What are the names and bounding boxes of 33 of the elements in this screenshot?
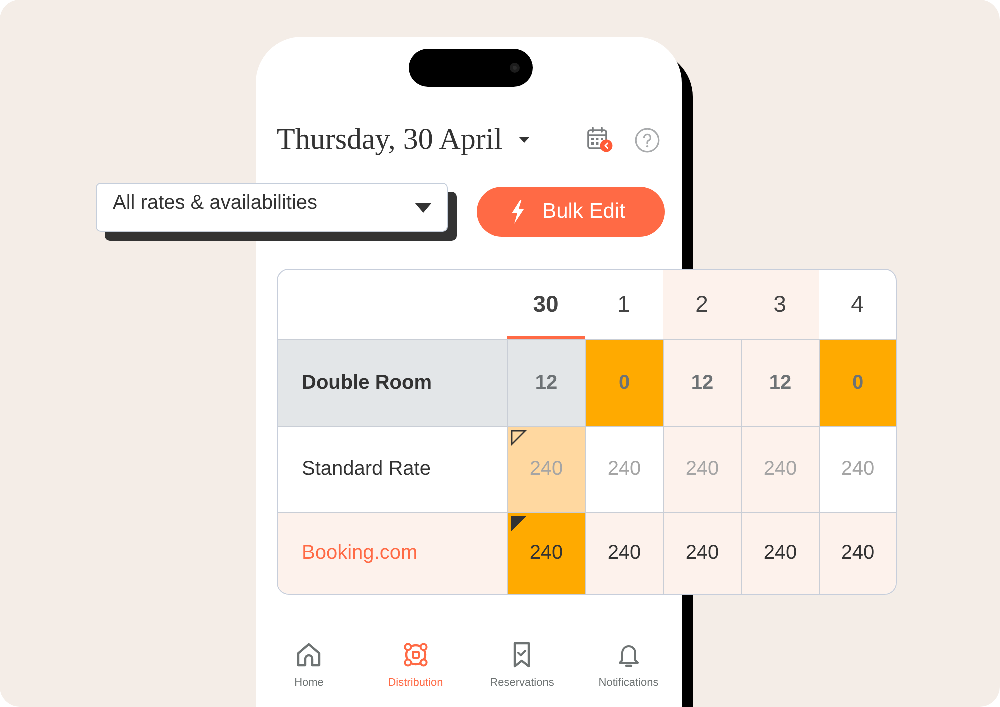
calendar-icon[interactable] xyxy=(587,127,613,153)
cell-value: 240 xyxy=(530,542,564,565)
cell-value: 12 xyxy=(769,372,792,394)
cell-value: 240 xyxy=(608,458,642,481)
cell-value: 240 xyxy=(686,458,720,481)
nav-tab[interactable]: Reservations xyxy=(490,630,554,690)
row-header: Double Room xyxy=(278,340,507,426)
cell-value: 240 xyxy=(841,458,875,481)
bulk-edit-button[interactable]: Bulk Edit xyxy=(477,187,665,237)
nav-tab[interactable]: Distribution xyxy=(388,630,444,690)
cell-value: 240 xyxy=(686,542,720,565)
cell-value: 0 xyxy=(852,372,864,394)
help-icon[interactable] xyxy=(635,128,660,152)
network-icon xyxy=(402,641,430,669)
column-header: 30 xyxy=(507,270,585,340)
cell-value: 240 xyxy=(530,458,564,481)
cell-value: 240 xyxy=(764,542,798,565)
cell-value: 240 xyxy=(608,542,642,565)
caret-icon xyxy=(518,137,530,143)
cell-value: 240 xyxy=(841,542,875,565)
row-header: Booking.com xyxy=(278,512,507,594)
column-header: 2 xyxy=(663,270,741,340)
caret-icon xyxy=(415,203,432,213)
lightning-icon xyxy=(510,200,525,224)
cell-value: 240 xyxy=(764,458,798,481)
cell-value: 12 xyxy=(535,372,558,394)
cell-value: 0 xyxy=(618,372,630,394)
column-header: 3 xyxy=(741,270,819,340)
cell-value: 12 xyxy=(691,372,714,394)
date-selector[interactable]: Thursday, 30 April xyxy=(277,123,530,157)
home-icon xyxy=(295,641,324,669)
nav-tab[interactable]: Notifications xyxy=(598,630,659,690)
nav-tab[interactable]: Home xyxy=(294,630,324,690)
